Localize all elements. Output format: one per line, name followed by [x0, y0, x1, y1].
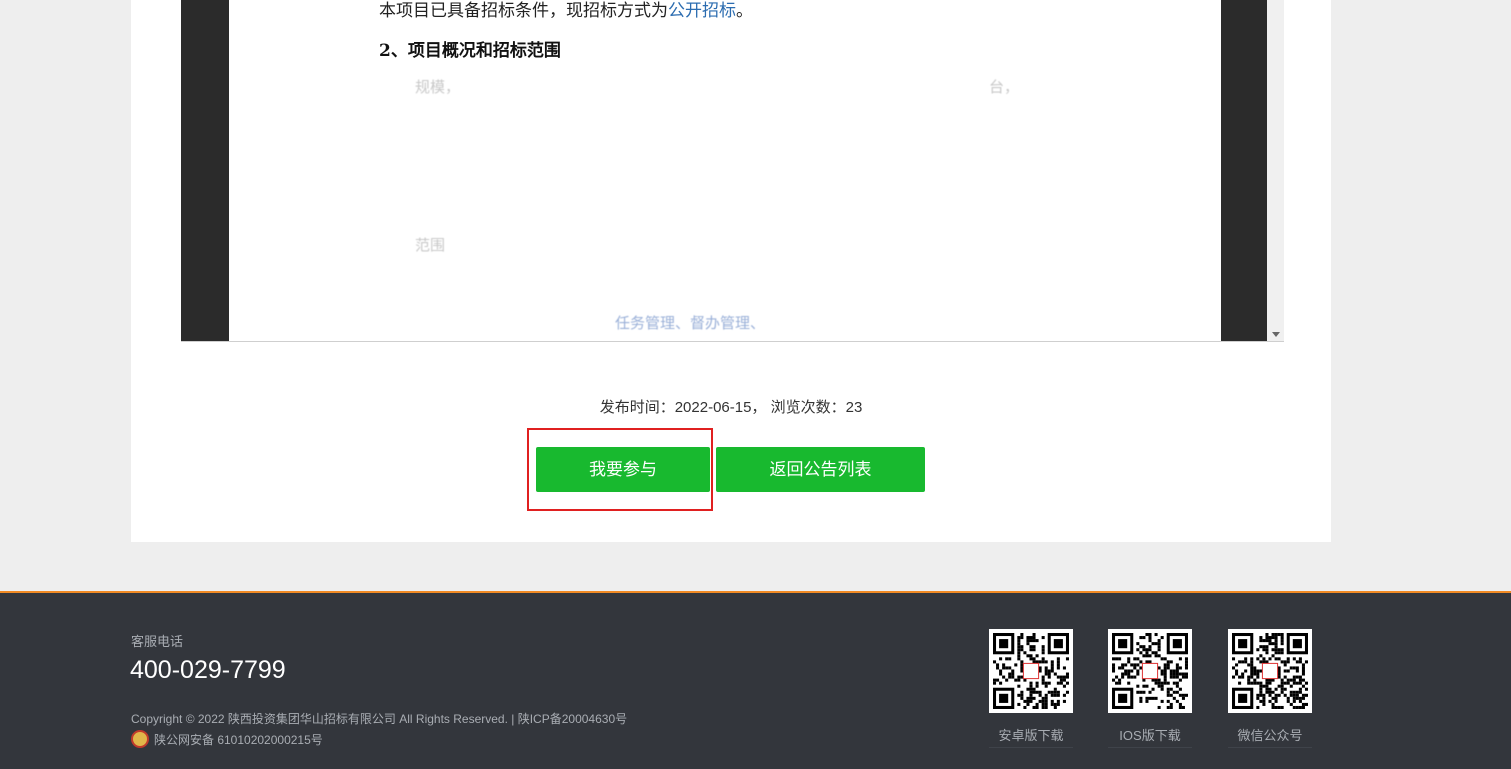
footer: 客服电话 400-029-7799 Copyright © 2022 陕西投资集… — [0, 591, 1511, 769]
qr-ios[interactable]: IOS版下载 — [1108, 629, 1192, 748]
qr-android[interactable]: 安卓版下载 — [989, 629, 1073, 748]
document-text-line: 本项目已具备招标条件，现招标方式为公开招标。 — [379, 0, 753, 21]
publish-meta: 发布时间：2022-06-15， 浏览次数：23 — [599, 399, 863, 416]
copyright-text: Copyright © 2022 陕西投资集团华山招标有限公司 All Righ… — [131, 712, 628, 726]
document-faint-text: 范围 — [415, 236, 446, 254]
service-phone-number: 400-029-7799 — [130, 656, 286, 684]
qr-label-android: 安卓版下载 — [989, 725, 1073, 748]
document-section-heading: 2、项目概况和招标范围 — [379, 41, 561, 61]
service-phone-label: 客服电话 — [131, 634, 184, 649]
police-record: 陕公网安备 61010202000215号 — [131, 730, 323, 748]
document-viewer[interactable]: 本项目已具备招标条件，现招标方式为公开招标。 2、项目概况和招标范围 规模， 台… — [181, 0, 1284, 342]
document-text: 本项目已具备招标条件，现招标方式为 — [379, 1, 668, 21]
document-text-end: 。 — [736, 1, 753, 21]
police-badge-icon — [131, 730, 149, 748]
qr-label-ios: IOS版下载 — [1108, 725, 1192, 748]
bidding-method-link[interactable]: 公开招标 — [668, 1, 736, 21]
police-record-text: 陕公网安备 61010202000215号 — [154, 732, 323, 747]
document-faint-text: 台， — [989, 78, 1020, 96]
document-faint-text: 规模， — [415, 78, 461, 96]
qr-wechat[interactable]: 微信公众号 — [1228, 629, 1312, 748]
document-faint-text: 任务管理、督办管理、 — [615, 314, 766, 332]
document-page: 本项目已具备招标条件，现招标方式为公开招标。 2、项目概况和招标范围 规模， 台… — [229, 0, 1221, 341]
scroll-down-arrow-icon[interactable] — [1272, 332, 1280, 337]
viewer-scrollbar[interactable] — [1267, 0, 1284, 341]
back-to-list-button[interactable]: 返回公告列表 — [716, 447, 925, 492]
qr-code-icon — [989, 629, 1073, 713]
highlight-box — [527, 428, 713, 511]
qr-label-wechat: 微信公众号 — [1228, 725, 1312, 748]
announcement-card: 本项目已具备招标条件，现招标方式为公开招标。 2、项目概况和招标范围 规模， 台… — [131, 0, 1331, 542]
qr-code-icon — [1228, 629, 1312, 713]
qr-code-icon — [1108, 629, 1192, 713]
